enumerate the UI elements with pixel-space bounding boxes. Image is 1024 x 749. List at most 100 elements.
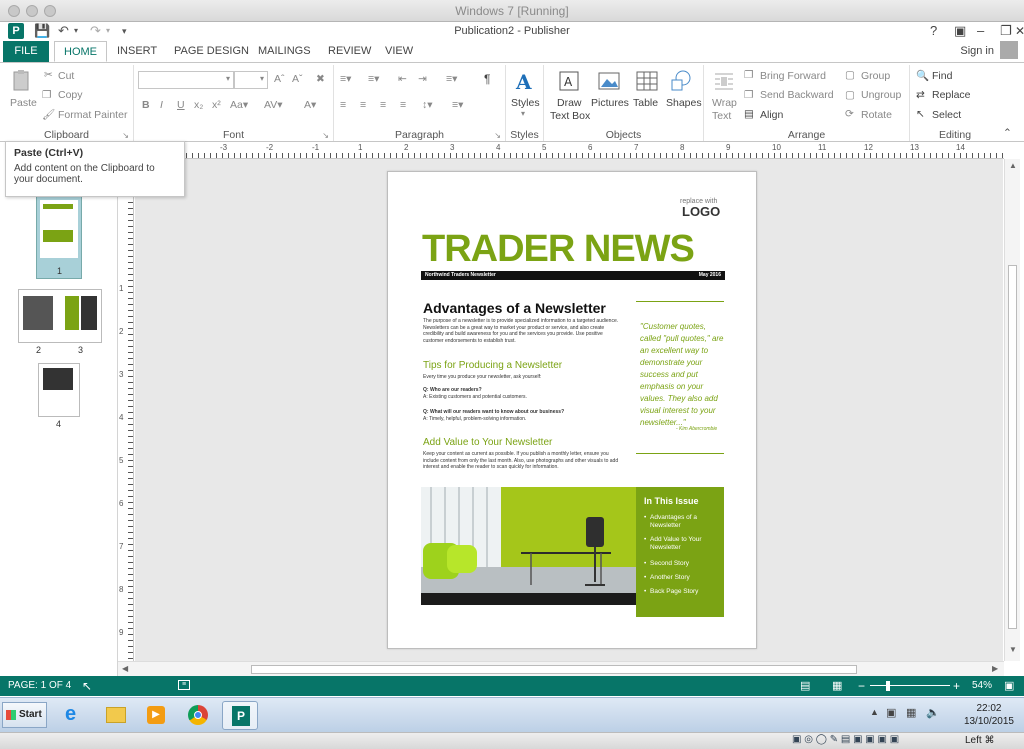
bring-forward-icon[interactable]: ❐ [744,69,753,81]
pictures-icon[interactable] [597,69,621,93]
tray-volume-icon[interactable]: 🔈 [926,706,940,719]
tray-device-icon[interactable]: ▣ [886,706,896,719]
logo-placeholder[interactable]: LOGO [682,204,720,219]
page-indicator[interactable]: PAGE: 1 OF 4 [8,676,71,696]
rotate-button[interactable]: Rotate [861,109,892,121]
align-left-icon[interactable]: ≡ [340,99,346,111]
tray-network-icon[interactable]: ▦ [906,706,916,719]
zoom-in-icon[interactable]: + [953,676,960,696]
find-icon[interactable]: 🔍 [916,69,929,82]
zoom-slider-thumb[interactable] [886,681,890,691]
vertical-ruler[interactable]: 1234567891011 [118,172,134,723]
font-color-icon[interactable]: A▾ [304,99,316,111]
in-this-issue-panel[interactable]: In This Issue Advantages of a Newsletter… [636,487,724,617]
scroll-right-icon[interactable]: ▶ [992,664,998,673]
zoom-slider-track[interactable] [870,685,950,686]
thumbnail-page-4[interactable] [38,363,80,417]
masthead-title[interactable]: TRADER NEWS [422,228,695,271]
close-icon[interactable]: ✕ [1015,22,1024,40]
keyboard-status-icon[interactable]: ≡ [178,680,190,690]
table-button[interactable]: Table [633,97,658,109]
draw-text-box-icon[interactable]: A [557,69,581,93]
numbering-icon[interactable]: ≡▾ [368,73,379,85]
font-size-combo[interactable]: ▾ [234,71,268,89]
justify-icon[interactable]: ≡ [400,99,406,111]
tab-mailings[interactable]: MAILINGS [249,41,320,62]
article-body-1[interactable]: The purpose of a newsletter is to provid… [423,318,623,344]
draw-text-box-label-2[interactable]: Text Box [550,110,590,122]
scroll-down-icon[interactable]: ▼ [1009,645,1017,654]
paste-button[interactable]: Paste [10,97,37,109]
line-spacing-icon[interactable]: ↕▾ [422,99,433,111]
subscript-icon[interactable]: x₂ [194,99,203,111]
change-case-icon[interactable]: Aa▾ [230,99,248,111]
wrap-text-label-2[interactable]: Text [712,110,731,122]
format-painter-icon[interactable]: 🖌 [42,108,55,121]
clipboard-launcher-icon[interactable]: ↘ [122,131,129,140]
account-avatar[interactable] [1000,41,1018,59]
bullets-icon[interactable]: ≡▾ [340,73,351,85]
underline-icon[interactable]: U [177,99,185,111]
bring-forward-button[interactable]: Bring Forward [760,70,826,82]
copy-icon[interactable]: ❐ [42,89,51,101]
sign-in-link[interactable]: Sign in [960,45,994,57]
replace-button[interactable]: Replace [932,89,971,101]
paste-icon[interactable] [10,69,34,93]
zoom-level[interactable]: 54% [972,676,992,696]
shapes-icon[interactable] [669,69,693,93]
styles-icon[interactable]: A [513,69,537,93]
pull-quote[interactable]: "Customer quotes, called "pull quotes," … [640,321,724,429]
fit-page-icon[interactable]: ▣ [1004,676,1014,696]
thumbnail-pages-2-3[interactable] [18,289,102,343]
pictures-button[interactable]: Pictures [591,97,629,109]
article-heading[interactable]: Advantages of a Newsletter [423,300,606,316]
newsletter-page[interactable]: replace with LOGO TRADER NEWS Northwind … [387,171,757,649]
cut-icon[interactable]: ✂ [44,69,53,81]
font-name-combo[interactable]: ▾ [138,71,234,89]
collapse-ribbon-icon[interactable]: ⌃ [1003,127,1012,139]
help-icon[interactable]: ? [930,22,937,40]
media-player-icon[interactable]: ▶ [138,701,174,730]
paragraph-launcher-icon[interactable]: ↘ [494,131,501,140]
select-icon[interactable]: ↖ [916,108,925,120]
cut-button[interactable]: Cut [58,70,74,82]
thumbnail-page-1[interactable]: 1 [36,195,82,279]
zoom-circle-icon[interactable] [44,5,56,17]
group-icon[interactable]: ▢ [845,69,855,81]
subheading-tips[interactable]: Tips for Producing a Newsletter [423,360,562,371]
align-objects-button[interactable]: Align [760,109,783,121]
group-button[interactable]: Group [861,70,890,82]
align-right-icon[interactable]: ≡ [380,99,386,111]
tab-view[interactable]: VIEW [376,41,422,62]
newsletter-photo[interactable] [421,487,636,605]
draw-text-box-label-1[interactable]: Draw [557,97,582,109]
start-button[interactable]: Start [2,702,47,728]
select-button[interactable]: Select [932,109,961,121]
superscript-icon[interactable]: x² [212,99,221,111]
subheading-add-value[interactable]: Add Value to Your Newsletter [423,437,552,448]
wrap-text-icon[interactable] [712,69,736,93]
publisher-taskbar-icon[interactable]: P [222,701,258,730]
character-spacing-icon[interactable]: AV▾ [264,99,283,111]
tab-page-design[interactable]: PAGE DESIGN [165,41,258,62]
minimize-circle-icon[interactable] [26,5,38,17]
replace-icon[interactable]: ⇄ [916,89,925,101]
align-center-icon[interactable]: ≡ [360,99,366,111]
taskbar-clock[interactable]: 22:02 13/10/2015 [964,702,1014,728]
zoom-out-icon[interactable]: − [858,676,865,696]
align-objects-icon[interactable]: ▤ [744,108,754,120]
close-circle-icon[interactable] [8,5,20,17]
two-page-view-icon[interactable]: ▦ [832,676,842,696]
paragraph-spacing-icon[interactable]: ≡▾ [452,99,463,111]
columns-icon[interactable]: ≡▾ [446,73,457,85]
bold-icon[interactable]: B [142,99,150,111]
tab-review[interactable]: REVIEW [319,41,380,62]
vm-status-icons[interactable]: ▣ ◎ ◯ ✎ ▤ ▣ ▣ ▣ ▣ [792,734,899,745]
single-page-view-icon[interactable]: ▤ [800,676,810,696]
restore-icon[interactable]: ❐ [1000,22,1012,40]
file-explorer-icon[interactable] [98,701,134,730]
shrink-font-icon[interactable]: Aˇ [292,73,303,85]
table-icon[interactable] [635,69,659,93]
show-hidden-icons-icon[interactable]: ▲ [870,707,879,717]
minimize-icon[interactable]: – [977,22,984,40]
